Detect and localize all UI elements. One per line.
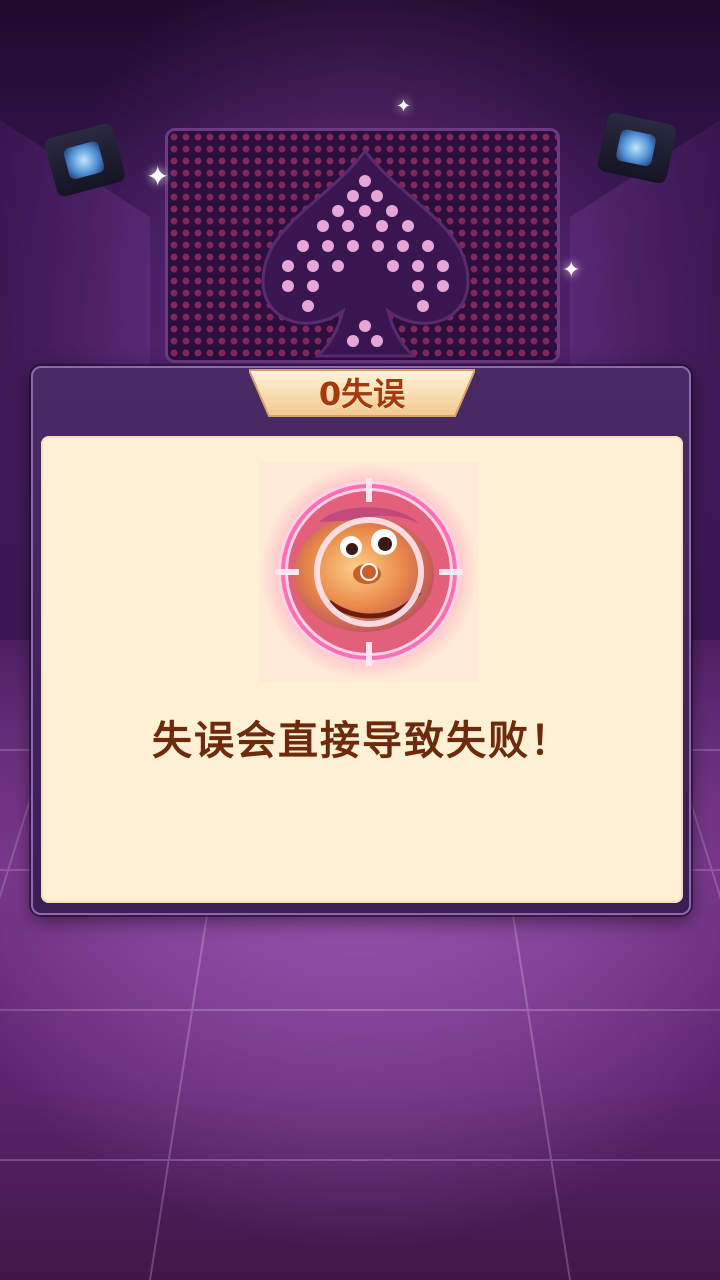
sparkle-icon: ✦ <box>146 160 170 193</box>
title-banner: 0失误 <box>249 366 475 422</box>
spade-led-screen <box>165 128 560 363</box>
emblem <box>259 462 479 682</box>
dialog-content-panel: 失误会直接导致失败！ <box>41 436 683 903</box>
sparkle-icon: ✦ <box>562 258 581 283</box>
sparkle-icon: ✦ <box>396 96 412 117</box>
dialog-title: 0失误 <box>318 375 406 413</box>
warning-message: 失误会直接导致失败！ <box>152 718 572 764</box>
info-dialog: 失误会直接导致失败！ 0失误 <box>31 366 691 915</box>
crosshair-monster-icon <box>259 462 479 682</box>
